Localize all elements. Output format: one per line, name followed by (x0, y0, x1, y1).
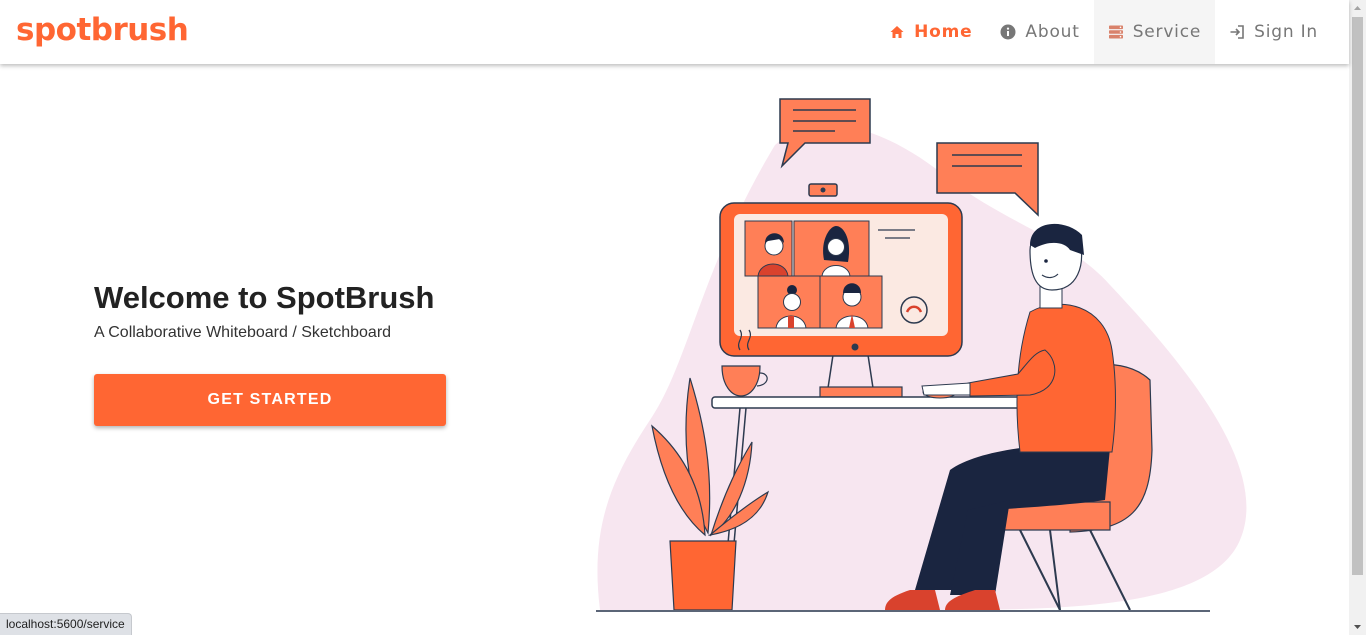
scroll-thumb[interactable] (1352, 17, 1363, 575)
brand-logo[interactable]: spotbrush (16, 12, 189, 48)
nav-service[interactable]: Service (1093, 0, 1216, 64)
nav-sign-in-label: Sign In (1254, 22, 1318, 42)
get-started-button[interactable]: GET STARTED (94, 374, 446, 426)
vertical-scrollbar[interactable] (1349, 0, 1366, 635)
hero-title: Welcome to SpotBrush (94, 280, 435, 315)
scroll-up-arrow-icon[interactable] (1349, 0, 1366, 17)
page: spotbrush Home About Service Sign In Wel… (0, 0, 1366, 635)
background-blob (597, 125, 1247, 611)
info-icon (1000, 24, 1016, 40)
nav-sign-in[interactable]: Sign In (1215, 0, 1332, 64)
scroll-down-arrow-icon[interactable] (1349, 618, 1366, 635)
nav-about-label: About (1025, 22, 1080, 42)
status-bar-url: localhost:5600/service (0, 613, 132, 635)
nav-home[interactable]: Home (875, 0, 986, 64)
sign-in-icon (1230, 25, 1244, 39)
hero-subtitle: A Collaborative Whiteboard / Sketchboard (94, 324, 392, 341)
main-nav: Home About Service Sign In (875, 0, 1332, 64)
video-conference-illustration (596, 98, 1247, 612)
nav-about[interactable]: About (986, 0, 1093, 64)
home-icon (890, 26, 904, 38)
video-call-grid (744, 220, 883, 329)
server-icon (1108, 25, 1123, 39)
nav-service-label: Service (1132, 22, 1202, 42)
nav-home-label: Home (914, 22, 973, 42)
top-navbar: spotbrush Home About Service Sign In (0, 0, 1349, 64)
hang-up-icon (900, 296, 928, 324)
